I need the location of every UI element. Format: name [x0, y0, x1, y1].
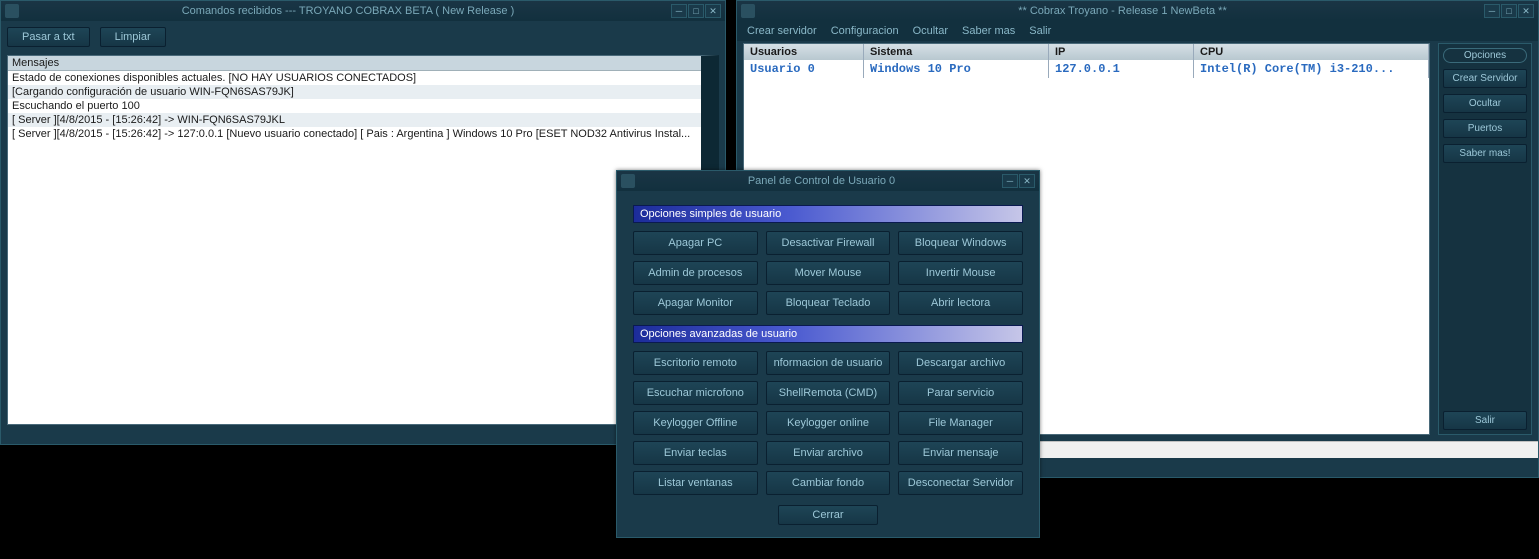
table-row[interactable]: Usuario 0 Windows 10 Pro 127.0.0.1 Intel…	[744, 60, 1429, 78]
file-manager-button[interactable]: File Manager	[898, 411, 1023, 435]
ocultar-button[interactable]: Ocultar	[1443, 94, 1527, 113]
cell-sistema: Windows 10 Pro	[864, 60, 1049, 78]
minimize-button[interactable]: ─	[1002, 174, 1018, 188]
shell-remota-button[interactable]: ShellRemota (CMD)	[766, 381, 891, 405]
cell-usuario: Usuario 0	[744, 60, 864, 78]
section-avanzadas-header: Opciones avanzadas de usuario	[633, 325, 1023, 343]
cell-cpu: Intel(R) Core(TM) i3-210...	[1194, 60, 1429, 78]
menu-ocultar[interactable]: Ocultar	[913, 25, 948, 37]
pasar-a-txt-button[interactable]: Pasar a txt	[7, 27, 90, 47]
escuchar-microfono-button[interactable]: Escuchar microfono	[633, 381, 758, 405]
list-item[interactable]: [Cargando configuración de usuario WIN-F…	[8, 85, 701, 99]
maximize-button[interactable]: □	[688, 4, 704, 18]
col-cpu[interactable]: CPU	[1194, 44, 1429, 60]
titlebar[interactable]: ** Cobrax Troyano - Release 1 NewBeta **…	[737, 1, 1538, 21]
menu-salir[interactable]: Salir	[1029, 25, 1051, 37]
abrir-lectora-button[interactable]: Abrir lectora	[898, 291, 1023, 315]
minimize-button[interactable]: ─	[1484, 4, 1500, 18]
list-item[interactable]: [ Server ][4/8/2015 - [15:26:42] -> 127:…	[8, 127, 701, 141]
desactivar-firewall-button[interactable]: Desactivar Firewall	[766, 231, 891, 255]
bloquear-teclado-button[interactable]: Bloquear Teclado	[766, 291, 891, 315]
app-icon	[5, 4, 19, 18]
keylogger-offline-button[interactable]: Keylogger Offline	[633, 411, 758, 435]
opciones-panel: Opciones Crear Servidor Ocultar Puertos …	[1438, 43, 1532, 435]
titlebar[interactable]: Comandos recibidos --- TROYANO COBRAX BE…	[1, 1, 725, 21]
cell-ip: 127.0.0.1	[1049, 60, 1194, 78]
col-sistema[interactable]: Sistema	[864, 44, 1049, 60]
mover-mouse-button[interactable]: Mover Mouse	[766, 261, 891, 285]
enviar-archivo-button[interactable]: Enviar archivo	[766, 441, 891, 465]
descargar-archivo-button[interactable]: Descargar archivo	[898, 351, 1023, 375]
list-item[interactable]: Escuchando el puerto 100	[8, 99, 701, 113]
menu-crear-servidor[interactable]: Crear servidor	[747, 25, 817, 37]
list-item[interactable]: [ Server ][4/8/2015 - [15:26:42] -> WIN-…	[8, 113, 701, 127]
window-title: Comandos recibidos --- TROYANO COBRAX BE…	[25, 5, 671, 17]
apagar-pc-button[interactable]: Apagar PC	[633, 231, 758, 255]
bloquear-windows-button[interactable]: Bloquear Windows	[898, 231, 1023, 255]
enviar-teclas-button[interactable]: Enviar teclas	[633, 441, 758, 465]
window-title: ** Cobrax Troyano - Release 1 NewBeta **	[761, 5, 1484, 17]
simple-options-grid: Apagar PC Desactivar Firewall Bloquear W…	[633, 231, 1023, 315]
puertos-button[interactable]: Puertos	[1443, 119, 1527, 138]
mensajes-listbox[interactable]: Mensajes Estado de conexiones disponible…	[7, 55, 719, 425]
menu-saber-mas[interactable]: Saber mas	[962, 25, 1015, 37]
limpiar-button[interactable]: Limpiar	[100, 27, 166, 47]
window-title: Panel de Control de Usuario 0	[641, 175, 1002, 187]
table-header: Usuarios Sistema IP CPU	[744, 44, 1429, 60]
close-button[interactable]: ✕	[1518, 4, 1534, 18]
desconectar-servidor-button[interactable]: Desconectar Servidor	[898, 471, 1023, 495]
admin-procesos-button[interactable]: Admin de procesos	[633, 261, 758, 285]
list-item[interactable]: Estado de conexiones disponibles actuale…	[8, 71, 701, 85]
section-simple-header: Opciones simples de usuario	[633, 205, 1023, 223]
app-icon	[621, 174, 635, 188]
saber-mas-button[interactable]: Saber mas!	[1443, 144, 1527, 163]
advanced-options-grid: Escritorio remoto nformacion de usuario …	[633, 351, 1023, 495]
app-icon	[741, 4, 755, 18]
listar-ventanas-button[interactable]: Listar ventanas	[633, 471, 758, 495]
escritorio-remoto-button[interactable]: Escritorio remoto	[633, 351, 758, 375]
parar-servicio-button[interactable]: Parar servicio	[898, 381, 1023, 405]
informacion-usuario-button[interactable]: nformacion de usuario	[766, 351, 891, 375]
titlebar[interactable]: Panel de Control de Usuario 0 ─ ✕	[617, 171, 1039, 191]
invertir-mouse-button[interactable]: Invertir Mouse	[898, 261, 1023, 285]
salir-button[interactable]: Salir	[1443, 411, 1527, 430]
enviar-mensaje-button[interactable]: Enviar mensaje	[898, 441, 1023, 465]
minimize-button[interactable]: ─	[671, 4, 687, 18]
cambiar-fondo-button[interactable]: Cambiar fondo	[766, 471, 891, 495]
close-button[interactable]: ✕	[1019, 174, 1035, 188]
maximize-button[interactable]: □	[1501, 4, 1517, 18]
crear-servidor-button[interactable]: Crear Servidor	[1443, 69, 1527, 88]
menubar: Crear servidor Configuracion Ocultar Sab…	[737, 21, 1538, 41]
apagar-monitor-button[interactable]: Apagar Monitor	[633, 291, 758, 315]
list-header: Mensajes	[8, 56, 701, 71]
opciones-title: Opciones	[1443, 48, 1527, 63]
window-panel-control: Panel de Control de Usuario 0 ─ ✕ Opcion…	[616, 170, 1040, 538]
keylogger-online-button[interactable]: Keylogger online	[766, 411, 891, 435]
col-usuarios[interactable]: Usuarios	[744, 44, 864, 60]
col-ip[interactable]: IP	[1049, 44, 1194, 60]
close-button[interactable]: ✕	[705, 4, 721, 18]
cerrar-button[interactable]: Cerrar	[778, 505, 878, 525]
menu-configuracion[interactable]: Configuracion	[831, 25, 899, 37]
